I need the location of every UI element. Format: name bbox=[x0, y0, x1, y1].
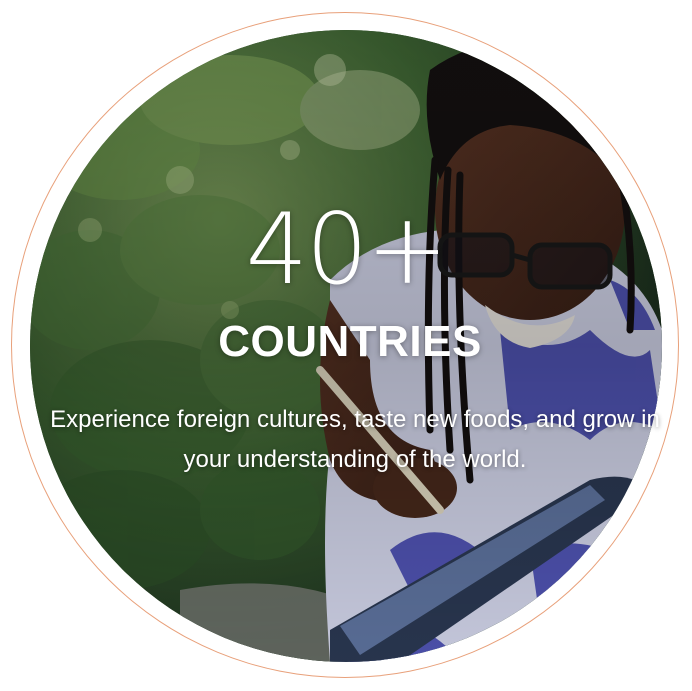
photo-circle bbox=[30, 30, 662, 662]
country-stat-card: 40+ COUNTRIES Experience foreign culture… bbox=[0, 0, 692, 691]
student-journaling-photo bbox=[30, 30, 662, 662]
